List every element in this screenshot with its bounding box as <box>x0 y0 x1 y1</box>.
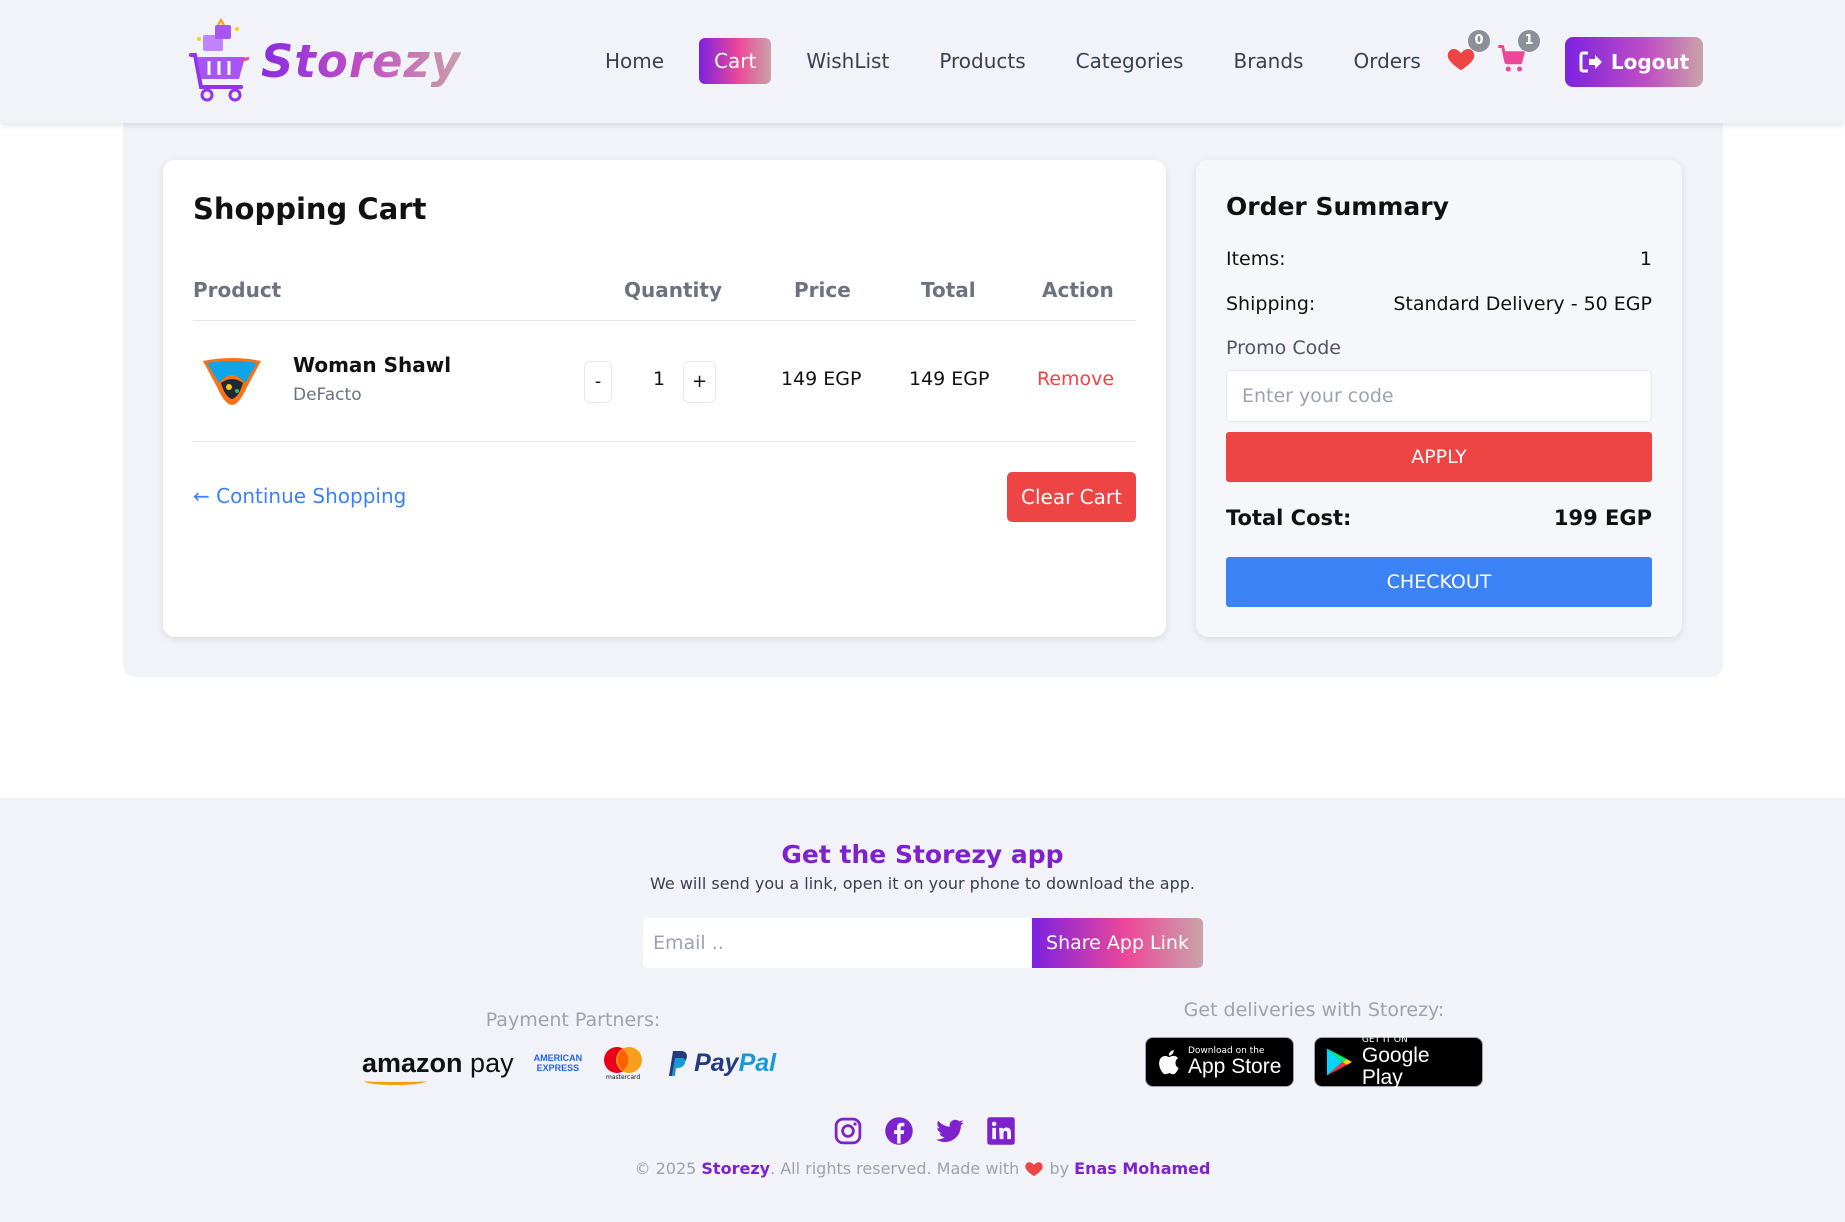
app-promo-title: Get the Storezy app <box>781 840 1064 869</box>
header-product: Product <box>193 278 282 302</box>
header-total: Total <box>921 278 976 302</box>
items-value: 1 <box>1639 248 1652 270</box>
cart-title: Shopping Cart <box>193 192 427 226</box>
share-app-link-button[interactable]: Share App Link <box>1032 918 1203 968</box>
product-name[interactable]: Woman Shawl <box>293 353 451 377</box>
product-brand: DeFacto <box>293 385 362 405</box>
nav-orders[interactable]: Orders <box>1338 38 1435 84</box>
shipping-row: Shipping: Standard Delivery - 50 EGP <box>1226 293 1652 315</box>
total-cost-row: Total Cost: 199 EGP <box>1226 506 1652 530</box>
app-store-text: Download on the App Store <box>1188 1046 1282 1078</box>
copyright: © 2025 Storezy. All rights reserved. Mad… <box>634 1159 1211 1178</box>
promo-code-label: Promo Code <box>1226 337 1341 359</box>
header-divider <box>193 320 1136 321</box>
american-express-logo: AMERICAN EXPRESS <box>533 1053 583 1073</box>
continue-shopping-link[interactable]: ← Continue Shopping <box>193 484 406 508</box>
app-store-button[interactable]: Download on the App Store <box>1145 1037 1294 1087</box>
facebook-icon[interactable] <box>884 1116 914 1146</box>
footer: Get the Storezy app We will send you a l… <box>0 798 1845 1222</box>
logout-button[interactable]: Logout <box>1565 37 1703 87</box>
apply-promo-button[interactable]: APPLY <box>1226 432 1652 482</box>
nav-links: Home Cart WishList Products Categories B… <box>590 38 1456 84</box>
shipping-label: Shipping: <box>1226 293 1316 315</box>
amazon-pay-logo: amazon pay <box>362 1048 514 1085</box>
app-promo-subtitle: We will send you a link, open it on your… <box>650 874 1195 893</box>
payment-partners-logos: amazon pay AMERICAN EXPRESS mastercard P… <box>362 1038 776 1088</box>
remove-item-button[interactable]: Remove <box>1037 368 1114 390</box>
author-link[interactable]: Enas Mohamed <box>1074 1159 1210 1178</box>
checkout-button[interactable]: CHECKOUT <box>1226 557 1652 607</box>
item-total: 149 EGP <box>909 368 990 390</box>
sign-out-icon <box>1579 51 1602 73</box>
shopping-cart-logo-icon <box>189 18 250 102</box>
brand-logo-link[interactable]: Storezy <box>185 16 461 106</box>
nav-home[interactable]: Home <box>590 38 679 84</box>
decrease-quantity-button[interactable]: - <box>584 361 612 403</box>
header-price: Price <box>794 278 851 302</box>
nav-cart[interactable]: Cart <box>699 38 772 84</box>
navbar: Storezy Home Cart WishList Products Cate… <box>0 0 1845 123</box>
shopping-cart-card: Shopping Cart Product Quantity Price Tot… <box>163 160 1166 637</box>
items-row: Items: 1 <box>1226 248 1652 270</box>
order-summary-card: Order Summary Items: 1 Shipping: Standar… <box>1196 160 1682 637</box>
apple-icon <box>1159 1050 1179 1075</box>
copyright-brand-link[interactable]: Storezy <box>701 1159 770 1178</box>
promo-code-input[interactable]: Enter your code <box>1226 370 1652 422</box>
heart-icon <box>1025 1162 1044 1177</box>
email-input[interactable]: Email .. <box>643 918 1032 968</box>
twitter-icon[interactable] <box>935 1116 965 1146</box>
items-label: Items: <box>1226 248 1286 270</box>
nav-categories[interactable]: Categories <box>1061 38 1199 84</box>
header-quantity: Quantity <box>624 278 722 302</box>
total-cost-label: Total Cost: <box>1226 506 1352 530</box>
mastercard-logo: mastercard <box>602 1046 644 1081</box>
nav-brands[interactable]: Brands <box>1218 38 1318 84</box>
summary-title: Order Summary <box>1226 192 1449 221</box>
google-play-button[interactable]: GET IT ON Google Play <box>1314 1035 1483 1089</box>
payment-partners-title: Payment Partners: <box>485 1009 661 1031</box>
linkedin-icon[interactable] <box>986 1116 1016 1146</box>
nav-products[interactable]: Products <box>924 38 1040 84</box>
header-action: Action <box>1042 278 1114 302</box>
brand-name: Storezy <box>261 34 462 88</box>
google-play-text: GET IT ON Google Play <box>1361 1035 1430 1089</box>
paypal-icon <box>669 1051 688 1076</box>
cart-count-badge: 1 <box>1518 30 1540 52</box>
total-cost-value: 199 EGP <box>1553 506 1652 530</box>
item-price: 149 EGP <box>781 368 862 390</box>
increase-quantity-button[interactable]: + <box>683 361 716 403</box>
deliveries-title: Get deliveries with Storezy: <box>1183 999 1445 1021</box>
cart-button[interactable]: 1 <box>1496 30 1540 80</box>
social-links <box>833 1116 1016 1146</box>
paypal-logo: PayPal <box>664 1049 776 1078</box>
google-play-icon <box>1326 1048 1352 1076</box>
instagram-icon[interactable] <box>833 1116 863 1146</box>
wishlist-count-badge: 0 <box>1468 30 1490 52</box>
shipping-value: Standard Delivery - 50 EGP <box>1393 293 1652 315</box>
logout-label: Logout <box>1610 50 1690 74</box>
row-divider <box>193 441 1136 442</box>
nav-wishlist[interactable]: WishList <box>791 38 904 84</box>
mastercard-icon <box>604 1046 643 1073</box>
product-image <box>203 358 261 405</box>
wishlist-button[interactable]: 0 <box>1446 30 1490 80</box>
quantity-value: 1 <box>652 368 666 390</box>
clear-cart-button[interactable]: Clear Cart <box>1007 472 1136 522</box>
